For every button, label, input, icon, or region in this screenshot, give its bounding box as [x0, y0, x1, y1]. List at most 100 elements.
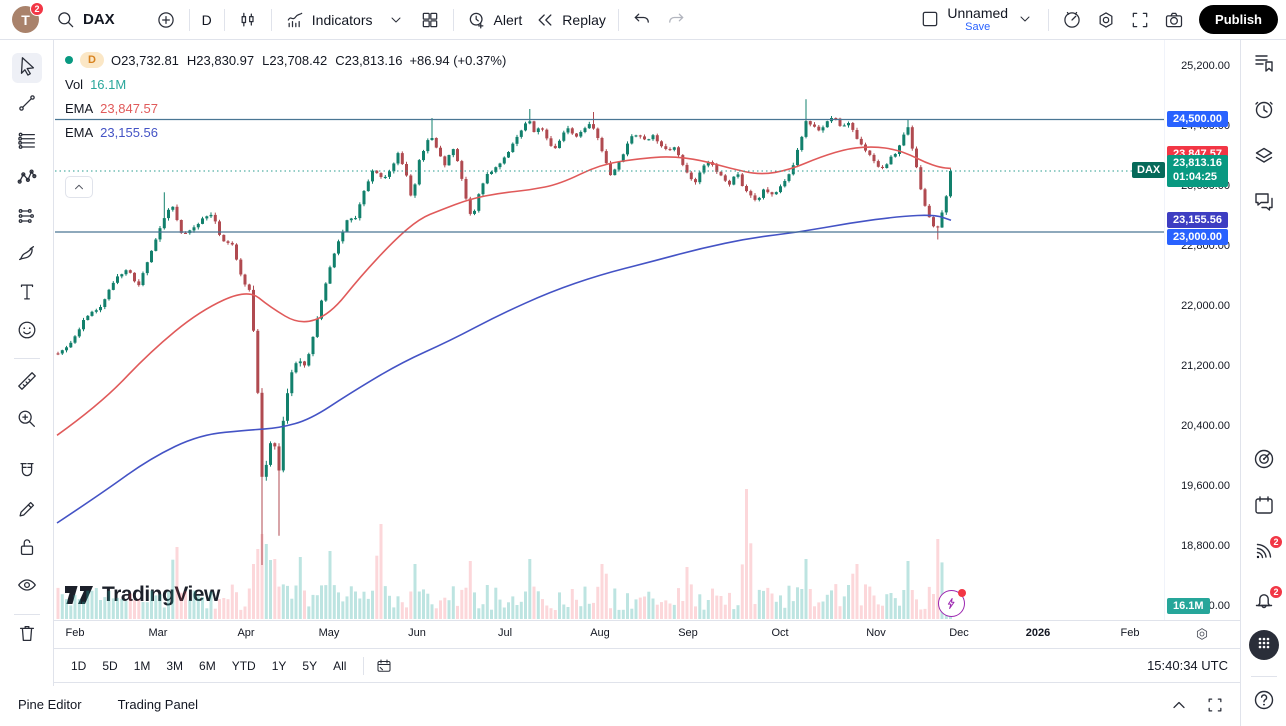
save-layout-link[interactable]: Save [965, 21, 990, 33]
range-button-1m[interactable]: 1M [127, 655, 158, 677]
range-button-5y[interactable]: 5Y [295, 655, 324, 677]
grid-layout-button[interactable] [413, 5, 447, 35]
text-tool[interactable] [12, 279, 42, 309]
server-clock[interactable]: 15:40:34 UTC [1147, 658, 1230, 673]
snapshot-button[interactable] [1157, 5, 1191, 35]
range-button-1y[interactable]: 1Y [265, 655, 294, 677]
alarm-icon [1252, 97, 1276, 126]
divider [1048, 9, 1049, 31]
price-axis-label: 18,800.00 [1181, 540, 1230, 552]
pattern-tool[interactable] [12, 165, 42, 195]
remove-drawings-tool[interactable] [12, 620, 42, 650]
volume-legend-row[interactable]: Vol 16.1M [65, 73, 506, 95]
publish-button[interactable]: Publish [1199, 5, 1278, 34]
cursor-tool[interactable] [12, 53, 42, 83]
symbol-search-button[interactable]: DAX [49, 5, 121, 35]
range-button-5d[interactable]: 5D [95, 655, 124, 677]
tradingview-app: T 2 DAX D Indicators [0, 0, 1286, 726]
fib-icon [16, 130, 38, 157]
help-icon [1252, 688, 1276, 717]
notification-count-badge: 2 [1269, 535, 1283, 549]
range-button-1d[interactable]: 1D [64, 655, 93, 677]
time-axis-label: Feb [1121, 627, 1140, 639]
trend-line-tool[interactable] [12, 90, 42, 120]
quick-search-button[interactable] [1055, 5, 1089, 35]
interval-button[interactable]: D [196, 8, 218, 32]
ema-slow-label: EMA [65, 125, 93, 140]
right-sidebar: 22 [1240, 40, 1286, 726]
fib-retracement-tool[interactable] [12, 128, 42, 158]
hide-drawings-tool[interactable] [12, 572, 42, 602]
divider [1251, 676, 1277, 677]
range-button-all[interactable]: All [326, 655, 353, 677]
indicators-icon [284, 9, 306, 31]
chart-settings-button[interactable] [1089, 5, 1123, 35]
symbol-legend-row[interactable]: D O23,732.81H23,830.97L23,708.42C23,813.… [65, 49, 506, 71]
streams-panel[interactable]: 2 [1249, 538, 1279, 568]
drawing-mode-tool[interactable] [12, 496, 42, 526]
chart-style-button[interactable] [231, 5, 265, 35]
time-axis-label: Aug [590, 627, 610, 639]
forecast-icon [16, 205, 38, 232]
undo-button[interactable] [625, 5, 659, 35]
range-button-6m[interactable]: 6M [192, 655, 223, 677]
fullscreen-button[interactable] [1123, 5, 1157, 35]
candlestick-icon [237, 9, 259, 31]
alert-button[interactable]: Alert [460, 5, 529, 35]
spark-events-button[interactable] [938, 590, 965, 617]
tab-pine-editor[interactable]: Pine Editor [18, 697, 82, 712]
help-button[interactable] [1249, 687, 1279, 717]
calendar-panel[interactable] [1249, 492, 1279, 522]
layout-name-box[interactable]: Unnamed Save [947, 6, 1008, 33]
go-to-date-button[interactable] [372, 654, 396, 678]
ema-fast-legend-row[interactable]: EMA 23,847.57 [65, 97, 506, 119]
lock-drawings-tool[interactable] [12, 534, 42, 564]
chat-icon [1252, 189, 1276, 218]
price-level-badge: 23,155.56 [1167, 212, 1228, 228]
chat-panel[interactable] [1249, 188, 1279, 218]
ema-fast-line [57, 147, 951, 435]
price-axis-label: 25,200.00 [1181, 60, 1230, 72]
divider [189, 9, 190, 31]
price-axis[interactable]: 25,200.0024,400.0023,600.0022,800.0022,0… [1164, 40, 1240, 620]
maximize-panel-button[interactable] [1204, 694, 1226, 716]
time-axis[interactable]: FebMarAprMayJunJulAugSepOctNovDec2026Feb [54, 620, 1240, 648]
zoom-in-tool[interactable] [12, 406, 42, 436]
ema-fast-label: EMA [65, 101, 93, 116]
axis-settings-button[interactable] [1194, 626, 1212, 644]
range-button-ytd[interactable]: YTD [225, 655, 263, 677]
range-button-3m[interactable]: 3M [159, 655, 190, 677]
layout-select-button[interactable]: Unnamed Save [913, 2, 1042, 37]
interval-pill[interactable]: D [80, 52, 104, 68]
brush-icon [16, 243, 38, 270]
indicators-button[interactable]: Indicators [278, 5, 379, 35]
forecast-tool[interactable] [12, 203, 42, 233]
screener-radar[interactable] [1249, 446, 1279, 476]
legend-collapse-button[interactable] [65, 176, 93, 198]
eye-icon [16, 574, 38, 601]
indicator-templates-button[interactable] [379, 5, 413, 35]
brush-tool[interactable] [12, 241, 42, 271]
top-toolbar: T 2 DAX D Indicators [0, 0, 1286, 40]
undo-icon [631, 9, 653, 31]
price-level-badge: 24,500.00 [1167, 111, 1228, 127]
replay-button[interactable]: Replay [528, 5, 612, 35]
plus-icon [155, 9, 177, 31]
notifications[interactable]: 2 [1249, 588, 1279, 618]
search-icon [55, 9, 77, 31]
chart-pane[interactable]: TradingView D O23,732.81H23,830.97L23,70… [54, 40, 1164, 620]
compare-add-button[interactable] [149, 5, 183, 35]
ema-slow-legend-row[interactable]: EMA 23,155.56 [65, 121, 506, 143]
expand-panel-button[interactable] [1168, 694, 1190, 716]
object-tree-panel[interactable] [1249, 142, 1279, 172]
redo-button[interactable] [659, 5, 693, 35]
magnet-tool[interactable] [12, 458, 42, 488]
measure-tool[interactable] [12, 368, 42, 398]
apps-menu[interactable] [1249, 630, 1279, 660]
watchlist-panel[interactable] [1249, 49, 1279, 79]
user-avatar[interactable]: T 2 [12, 6, 39, 33]
emoji-tool[interactable] [12, 317, 42, 347]
notification-count-badge: 2 [1269, 585, 1283, 599]
alerts-panel[interactable] [1249, 96, 1279, 126]
tab-trading-panel[interactable]: Trading Panel [118, 697, 198, 712]
